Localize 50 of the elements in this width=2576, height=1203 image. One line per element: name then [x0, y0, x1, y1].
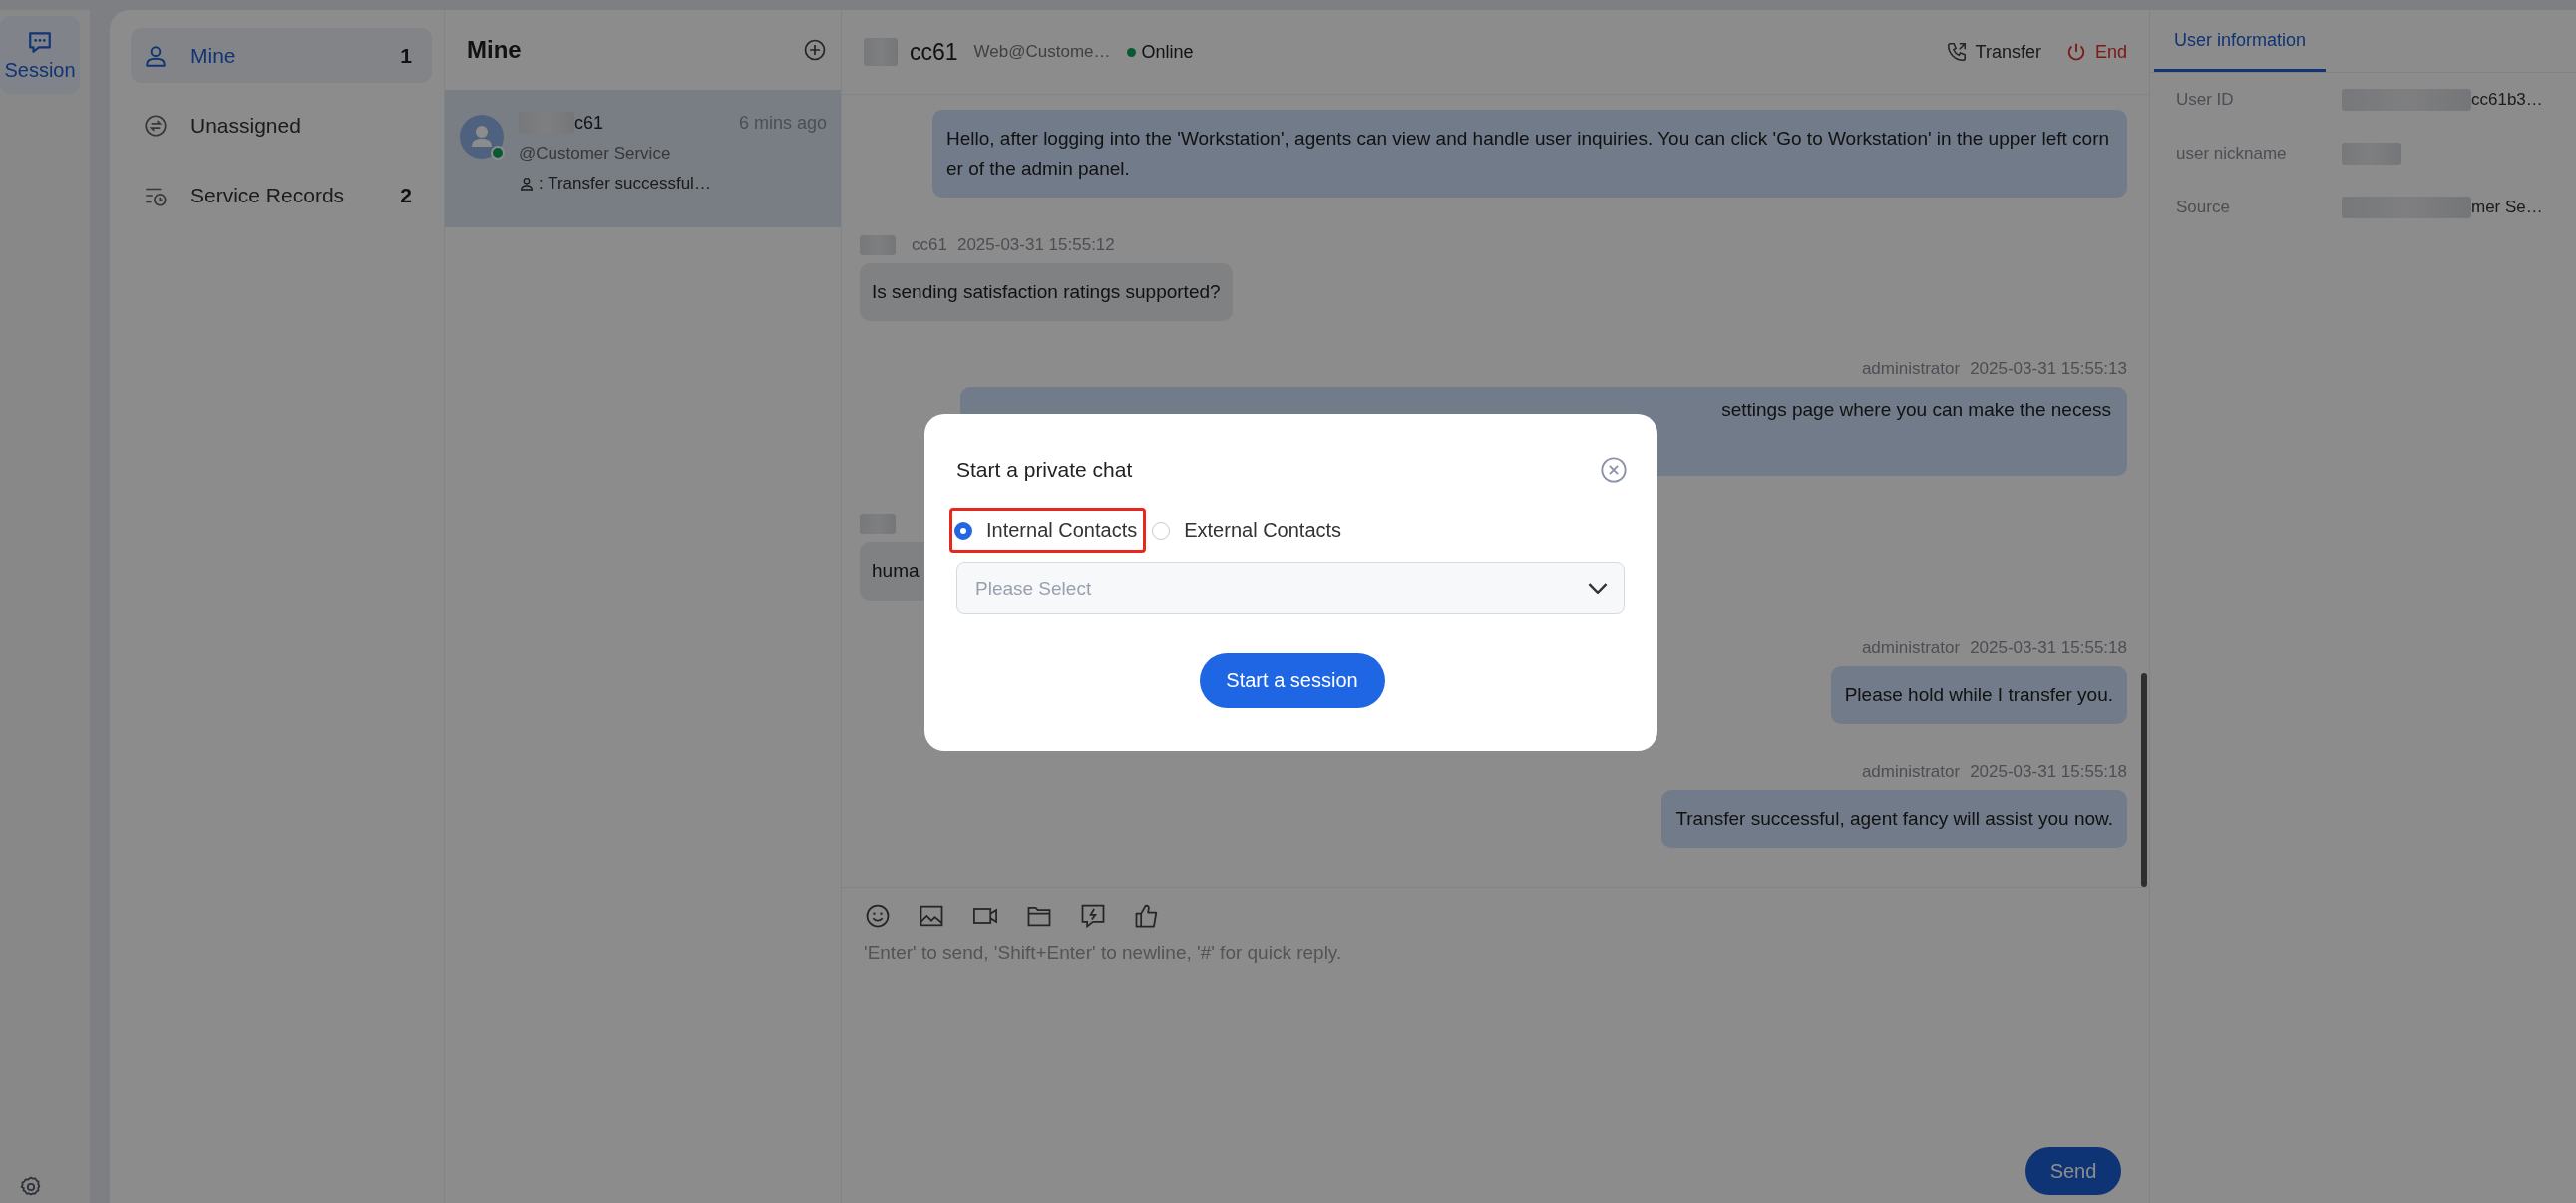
status-label: Online [1141, 41, 1194, 63]
field-value: mer Se… [2471, 198, 2543, 217]
message-bubble: Please hold while I transfer you. [1830, 666, 2127, 724]
header-action[interactable]: End [2064, 41, 2127, 63]
sender-name: administrator [1861, 762, 1961, 782]
add-icon[interactable] [803, 38, 827, 62]
quick-reply-icon[interactable] [1079, 902, 1107, 930]
field-label: Source [2176, 198, 2231, 217]
panel-title: Mine [467, 36, 522, 64]
chevron-down-icon [1588, 583, 1608, 594]
timestamp: 2025-03-31 15:55:18 [1970, 762, 2127, 782]
header-action[interactable]: Transfer [1945, 41, 2041, 63]
source-label: Web@Custome… [973, 42, 1111, 62]
radio-button[interactable] [954, 521, 972, 540]
timestamp: 2025-03-31 15:55:18 [1970, 638, 2127, 658]
message-bubble: Is sending satisfaction ratings supported? [860, 263, 1233, 321]
count: 2 [400, 183, 412, 207]
avatar-icon [460, 115, 504, 159]
category-item[interactable]: Mine 1 [131, 28, 432, 83]
message-input[interactable]: 'Enter' to send, 'Shift+Enter' to newline, '#' for quick reply. [864, 930, 2131, 1147]
send-button[interactable]: Send [2025, 1147, 2121, 1195]
field-value: cc61b3… [2471, 90, 2543, 110]
category-item[interactable]: Service Records 2 [131, 168, 432, 222]
sender-name: cc61 [912, 235, 947, 255]
field-label: user nickname [2176, 144, 2288, 164]
exchange-icon [143, 112, 169, 139]
person-icon [519, 176, 535, 192]
tab[interactable]: User information [2154, 30, 2327, 72]
start-session-button[interactable]: Start a session [1199, 653, 1385, 708]
sender-name: administrator [1861, 638, 1961, 658]
category-item[interactable]: Unassigned [131, 98, 432, 153]
message-bubble: Hello, after logging into the 'Workstation', agents can view and handle user inquiries. You can click 'Go to Workstation' in the upper left corner of the admin panel. [932, 110, 2127, 198]
field-label: User ID [2176, 90, 2235, 110]
phone-forward-icon [1945, 41, 1968, 63]
nav-tab[interactable]: Session [0, 16, 80, 94]
nav-label: Session [4, 58, 76, 82]
close-icon[interactable] [1600, 456, 1628, 484]
scrollbar[interactable] [2141, 673, 2147, 887]
radio-label[interactable]: External Contacts [1184, 519, 1342, 542]
count: 1 [400, 43, 412, 68]
channel-label: @Customer Service [519, 144, 672, 164]
message-bubble: Transfer successful, agent fancy will assist you now. [1661, 790, 2127, 848]
sender-name: administrator [1861, 359, 1961, 379]
timestamp: 2025-03-31 15:55:12 [956, 235, 1115, 255]
emoji-icon[interactable] [864, 902, 892, 930]
timestamp: 2025-03-31 15:55:13 [1970, 359, 2127, 379]
message-preview: : Transfer successful… [539, 174, 711, 194]
contact-name: cc61 [910, 38, 958, 66]
contact-name: c61 [574, 112, 604, 134]
radio-label[interactable]: Internal Contacts [986, 519, 1138, 542]
